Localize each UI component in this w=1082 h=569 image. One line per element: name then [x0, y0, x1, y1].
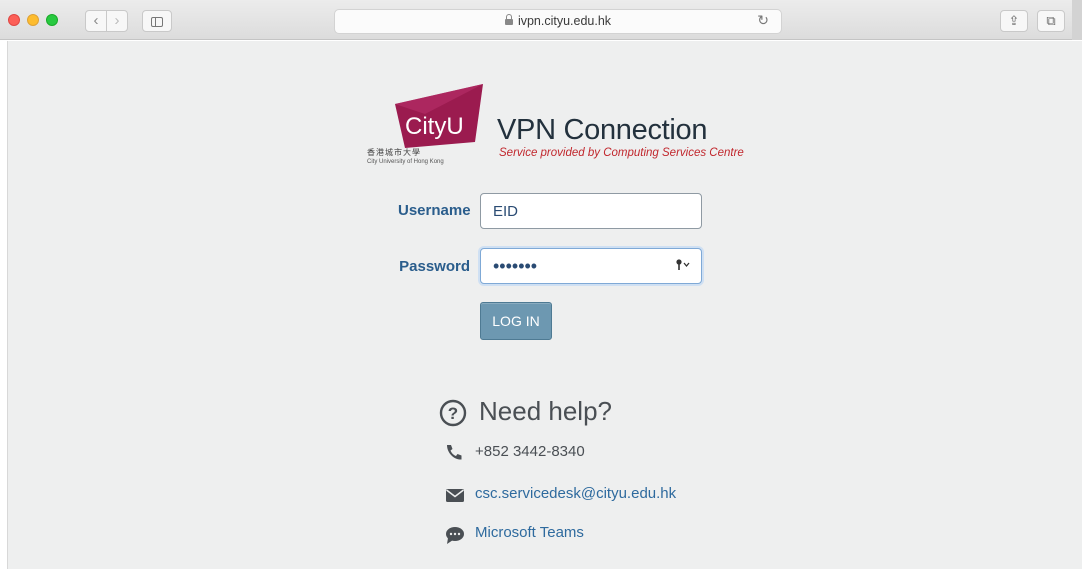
reload-icon[interactable]: ↻	[757, 12, 769, 29]
close-window-button[interactable]	[8, 14, 20, 26]
page-subtitle: Service provided by Computing Services C…	[499, 147, 744, 159]
window-left-edge	[0, 41, 8, 569]
svg-text:?: ?	[448, 404, 458, 423]
address-bar[interactable]: ivpn.cityu.edu.hk ↻	[334, 9, 782, 34]
help-phone: +852 3442-8340	[475, 443, 585, 460]
chat-bubble-icon	[446, 527, 464, 544]
forward-button[interactable]: ›	[106, 10, 128, 32]
login-button[interactable]: LOG IN	[480, 302, 552, 340]
password-mask: •••••••	[493, 256, 538, 276]
lock-icon	[504, 14, 513, 25]
help-title: Need help?	[479, 396, 612, 426]
share-icon: ⇪	[1008, 13, 1020, 28]
url-text: ivpn.cityu.edu.hk	[517, 14, 612, 28]
page-title: VPN Connection	[497, 114, 708, 146]
logo-english-text: City University of Hong Kong	[367, 159, 444, 165]
username-label: Username	[398, 202, 471, 219]
username-value: EID	[493, 203, 519, 220]
tabs-icon: ⧉	[1046, 13, 1056, 28]
back-button[interactable]: ‹	[85, 10, 107, 32]
key-autofill-icon[interactable]	[675, 258, 691, 272]
address-text-wrap: ivpn.cityu.edu.hk	[335, 14, 781, 28]
question-circle-icon: ?	[439, 399, 467, 427]
show-tabs-button[interactable]: ⧉	[1037, 10, 1065, 32]
envelope-icon	[446, 489, 464, 502]
phone-icon	[447, 445, 462, 460]
maximize-window-button[interactable]	[46, 14, 58, 26]
password-field[interactable]: •••••••	[480, 248, 702, 284]
chevron-left-icon: ‹	[93, 12, 99, 29]
help-email-link[interactable]: csc.servicedesk@cityu.edu.hk	[475, 485, 676, 502]
username-field[interactable]: EID	[480, 193, 702, 229]
logo-wordmark: CityU	[405, 113, 464, 140]
help-teams-link[interactable]: Microsoft Teams	[475, 524, 584, 541]
toolbar-edge	[1072, 0, 1082, 40]
share-button[interactable]: ⇪	[1000, 10, 1028, 32]
password-label: Password	[399, 258, 470, 275]
sidebar-toggle-button[interactable]	[142, 10, 172, 32]
logo-chinese-text: 香港城市大學	[367, 148, 421, 157]
chevron-right-icon: ›	[114, 12, 120, 29]
browser-toolbar: ‹ › ivpn.cityu.edu.hk ↻ ⇪ ⧉	[0, 0, 1082, 40]
sidebar-icon	[151, 17, 163, 27]
minimize-window-button[interactable]	[27, 14, 39, 26]
browser-window: ‹ › ivpn.cityu.edu.hk ↻ ⇪ ⧉ CityU 香港城市大學…	[0, 0, 1082, 569]
